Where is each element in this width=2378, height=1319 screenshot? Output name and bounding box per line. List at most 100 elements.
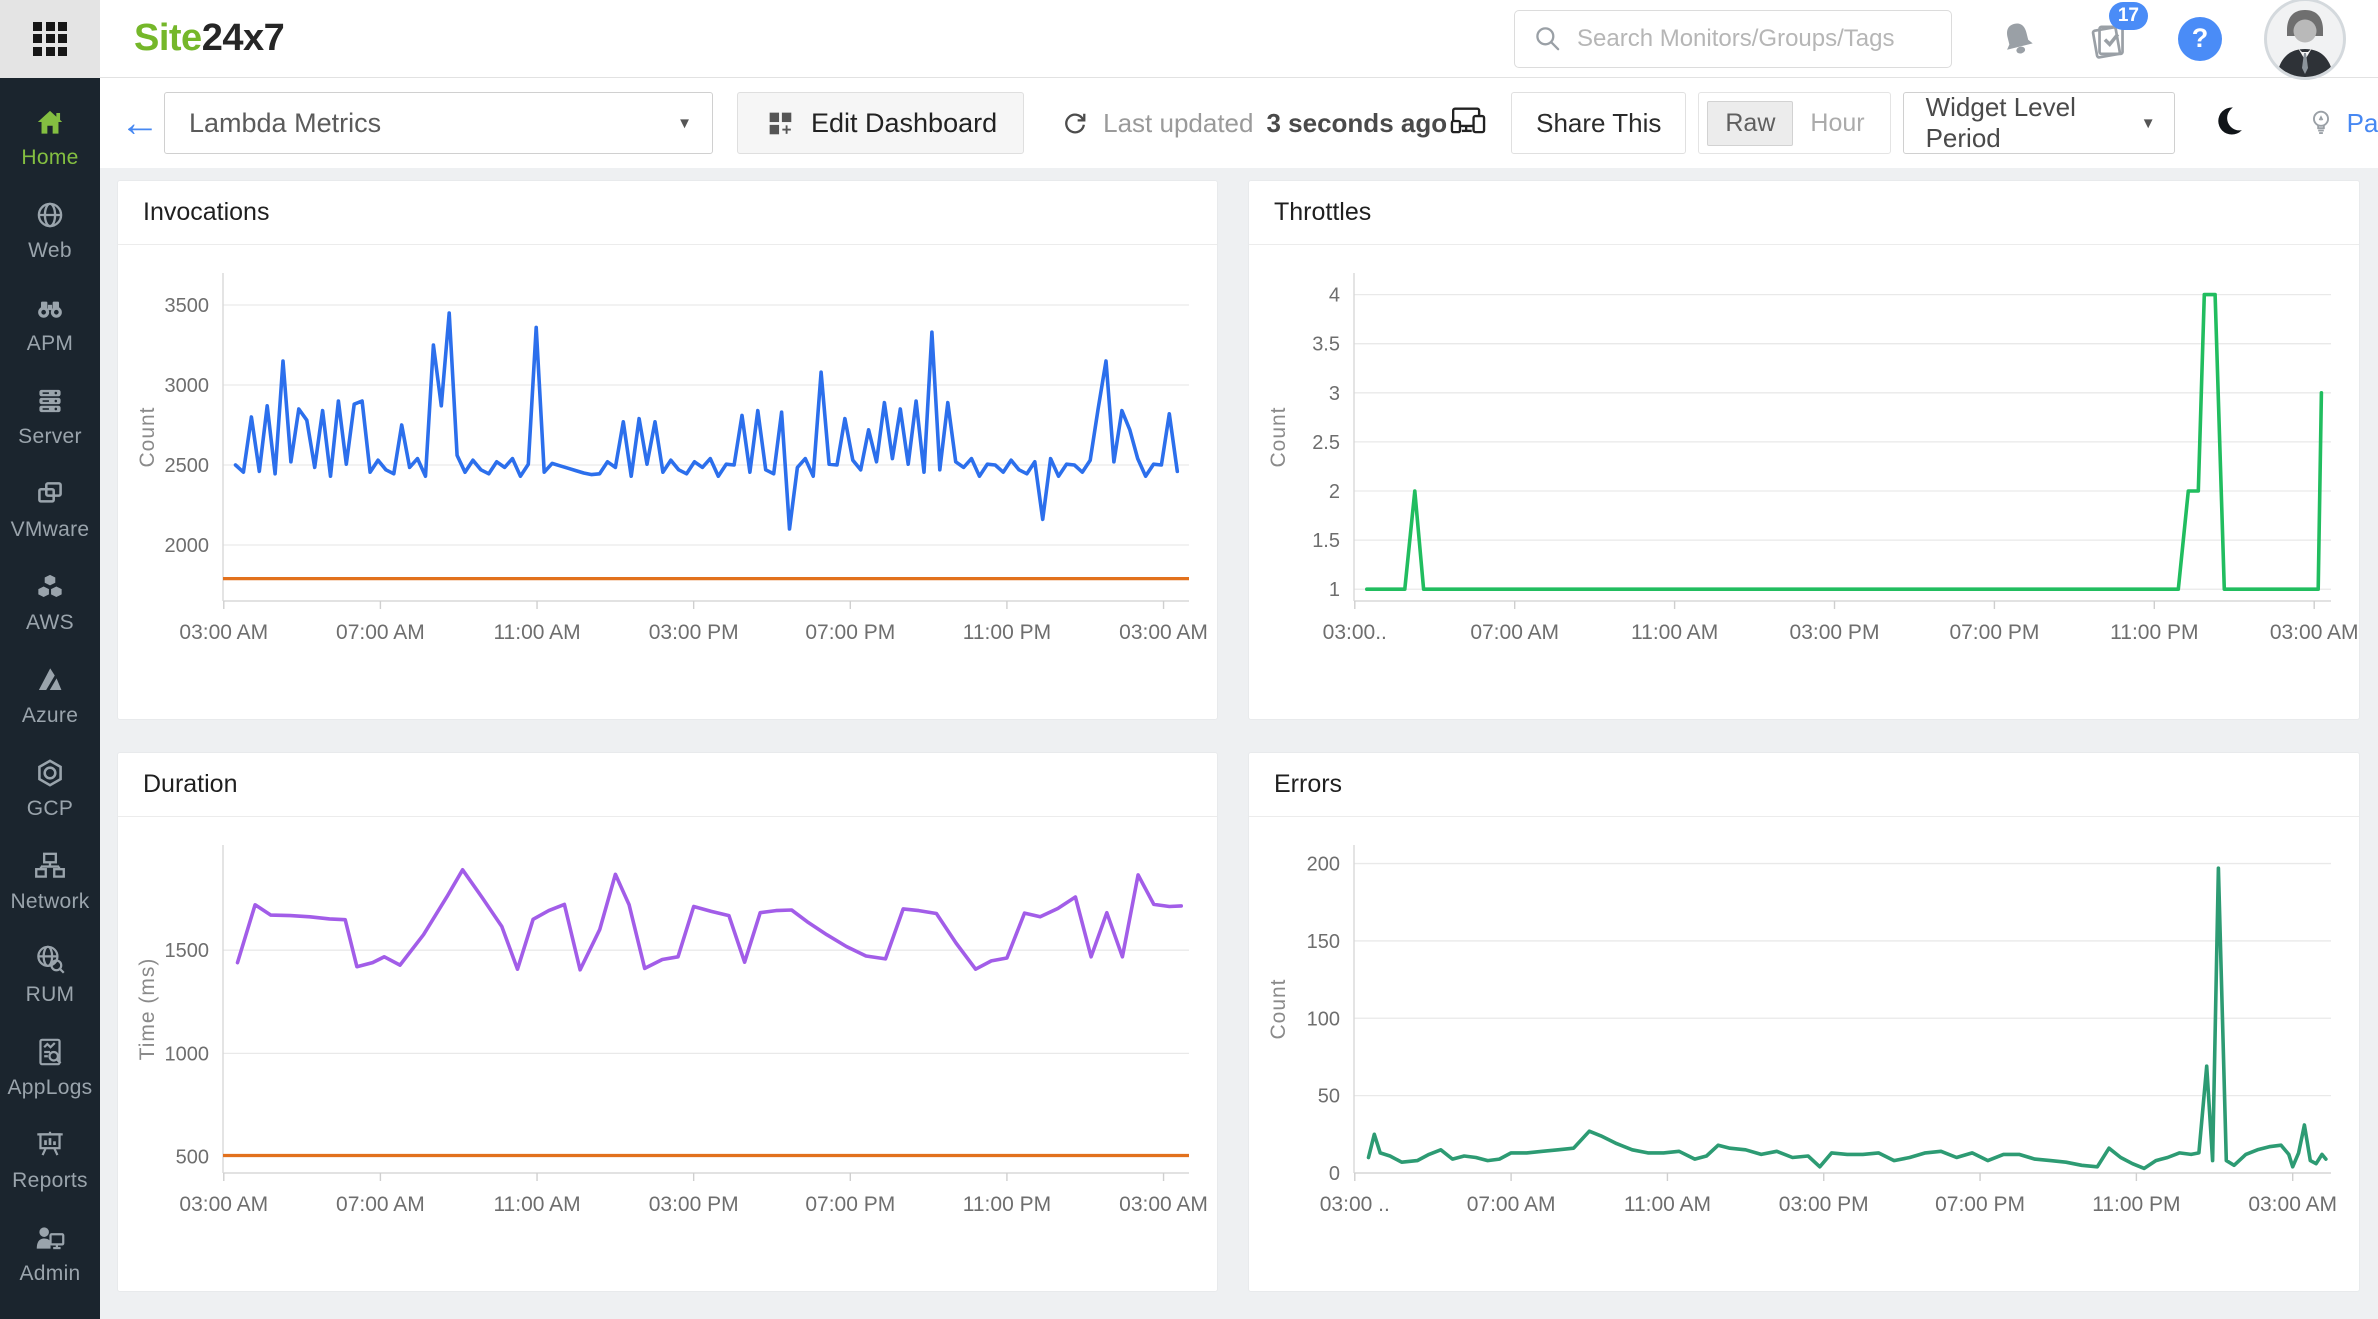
- svg-text:03:00 AM: 03:00 AM: [2248, 1193, 2337, 1216]
- svg-text:Count: Count: [136, 406, 159, 467]
- edit-dashboard-button[interactable]: Edit Dashboard: [737, 92, 1025, 154]
- rum-globe-magnifier-icon: [37, 945, 65, 974]
- svg-text:2500: 2500: [165, 455, 210, 477]
- search-input[interactable]: [1577, 24, 1933, 53]
- applogs-icon: [39, 1038, 62, 1065]
- page-tips-label: Page Tips: [2346, 107, 2378, 138]
- svg-text:50: 50: [1318, 1086, 1340, 1108]
- page-tips-button[interactable]: Page Tips: [2305, 107, 2378, 139]
- svg-text:200: 200: [1307, 854, 1340, 876]
- sidebar-item-aws[interactable]: AWS: [0, 555, 100, 648]
- svg-text:11:00 AM: 11:00 AM: [493, 621, 580, 644]
- sidebar-item-rum[interactable]: RUM: [0, 927, 100, 1020]
- svg-text:07:00 PM: 07:00 PM: [1949, 621, 2039, 644]
- svg-text:07:00 PM: 07:00 PM: [805, 621, 895, 644]
- widget-duration: Duration 500 1000 1500 03:00 AM 07:00 AM 11:0…: [117, 752, 1218, 1292]
- network-icon: [35, 852, 65, 878]
- svg-text:Count: Count: [1267, 406, 1290, 467]
- svg-text:07:00 AM: 07:00 AM: [1470, 621, 1559, 644]
- svg-text:07:00 AM: 07:00 AM: [336, 621, 425, 644]
- edit-dashboard-icon: [769, 112, 792, 135]
- question-mark-icon: ?: [2178, 16, 2222, 61]
- moon-icon: [2217, 105, 2252, 135]
- widget-throttles: Throttles 1 1.5 2 2.5 3 3.5 4 03:00.. 07:00 AM 11…: [1248, 180, 2360, 720]
- svg-text:100: 100: [1307, 1008, 1340, 1030]
- task-count-badge: 17: [2108, 1, 2148, 30]
- top-bar: Site24x7 17 ?: [0, 0, 2378, 80]
- errors-chart: 0 50 100 150 200 03:00 .. 07:00 AM 11:00 AM 03:0…: [1249, 817, 2359, 1291]
- sidebar-item-label: Network: [10, 889, 90, 913]
- gcp-icon: [38, 758, 62, 787]
- svg-text:Time (ms): Time (ms): [136, 958, 159, 1061]
- admin-icon: [36, 1226, 65, 1249]
- svg-text:03:00 AM: 03:00 AM: [179, 621, 268, 644]
- period-label: Widget Level Period: [1925, 92, 2076, 153]
- site24x7-logo: Site24x7: [134, 17, 285, 60]
- user-avatar[interactable]: [2264, 0, 2346, 80]
- sidebar-item-apm[interactable]: APM: [0, 276, 100, 369]
- app-launcher-button[interactable]: [0, 0, 100, 78]
- widget-grid: Invocations 2000 2500 3000 3500 03:00 AM 07:0…: [117, 180, 2360, 1292]
- sidebar-item-azure[interactable]: Azure: [0, 648, 100, 741]
- sidebar-item-server[interactable]: Server: [0, 369, 100, 462]
- toggle-raw[interactable]: Raw: [1707, 100, 1794, 146]
- device-view-button[interactable]: [1447, 100, 1489, 147]
- logo-suffix: 24x7: [201, 17, 285, 59]
- dashboard-selector[interactable]: Lambda Metrics ▼: [164, 92, 713, 154]
- raw-hour-toggle: Raw Hour: [1698, 92, 1891, 154]
- dark-mode-toggle[interactable]: [2213, 101, 2253, 146]
- svg-text:03:00 AM: 03:00 AM: [2270, 621, 2359, 644]
- svg-text:03:00 PM: 03:00 PM: [1790, 621, 1880, 644]
- sidebar-item-label: AWS: [26, 610, 74, 634]
- widget-title: Throttles: [1274, 198, 1372, 226]
- app-grid-icon: [33, 21, 67, 56]
- avatar-icon: [2264, 0, 2346, 80]
- vmware-icon: [38, 481, 62, 503]
- help-button[interactable]: ?: [2178, 16, 2222, 61]
- sidebar-item-label: Web: [28, 238, 72, 262]
- site24x7-app: Site24x7 17 ?: [0, 0, 2378, 1319]
- share-this-button[interactable]: Share This: [1511, 92, 1687, 154]
- svg-text:11:00 AM: 11:00 AM: [1631, 621, 1718, 644]
- sidebar-item-vmware[interactable]: VMware: [0, 462, 100, 555]
- dashboard-toolbar: ← Lambda Metrics ▼ Edit Dashboard Last u…: [100, 78, 2378, 168]
- svg-text:1000: 1000: [165, 1043, 210, 1065]
- sidebar-item-network[interactable]: Network: [0, 834, 100, 927]
- dashboard-name: Lambda Metrics: [189, 107, 382, 138]
- back-button[interactable]: ←: [120, 103, 164, 143]
- sidebar-item-home[interactable]: Home: [0, 90, 100, 183]
- azure-icon: [38, 667, 62, 690]
- svg-text:3: 3: [1329, 383, 1340, 405]
- pending-tasks-button[interactable]: 17: [2086, 1, 2148, 62]
- throttles-chart: 1 1.5 2 2.5 3 3.5 4 03:00.. 07:00 AM 11:00 AM 03:0…: [1249, 245, 2359, 719]
- widget-header: Invocations: [118, 181, 1217, 245]
- sidebar-item-admin[interactable]: Admin: [0, 1206, 100, 1299]
- svg-text:2: 2: [1329, 481, 1340, 503]
- logo-prefix: Site: [134, 17, 202, 59]
- dashboard-content: Invocations 2000 2500 3000 3500 03:00 AM 07:0…: [100, 168, 2378, 1319]
- invocations-chart: 2000 2500 3000 3500 03:00 AM 07:00 AM 11:00 AM…: [118, 245, 1217, 719]
- lightbulb-icon: [2312, 110, 2329, 135]
- svg-text:11:00 PM: 11:00 PM: [2092, 1193, 2180, 1216]
- svg-text:03:00 PM: 03:00 PM: [1779, 1193, 1869, 1216]
- toggle-hour[interactable]: Hour: [1793, 102, 1881, 145]
- widget-level-period-selector[interactable]: Widget Level Period ▼: [1902, 92, 2175, 154]
- server-stack-icon: [39, 389, 61, 412]
- notifications-bell-button[interactable]: [1996, 17, 2040, 61]
- svg-text:1500: 1500: [165, 940, 210, 962]
- sidebar-item-web[interactable]: Web: [0, 183, 100, 276]
- sidebar-item-label: Admin: [19, 1261, 81, 1285]
- chevron-down-icon: ▼: [677, 114, 692, 132]
- sidebar-item-reports[interactable]: Reports: [0, 1113, 100, 1206]
- sidebar-item-gcp[interactable]: GCP: [0, 741, 100, 834]
- refresh-icon[interactable]: [1060, 108, 1090, 138]
- global-search[interactable]: [1514, 9, 1952, 68]
- sidebar-item-label: APM: [26, 331, 74, 355]
- widget-header: Throttles: [1249, 181, 2359, 245]
- globe-icon: [37, 202, 63, 227]
- svg-text:11:00 PM: 11:00 PM: [2110, 621, 2198, 644]
- sidebar-item-applogs[interactable]: AppLogs: [0, 1020, 100, 1113]
- svg-text:11:00 PM: 11:00 PM: [963, 621, 1051, 644]
- duration-chart: 500 1000 1500 03:00 AM 07:00 AM 11:00 AM 03:00…: [118, 817, 1217, 1291]
- svg-text:2000: 2000: [165, 535, 210, 557]
